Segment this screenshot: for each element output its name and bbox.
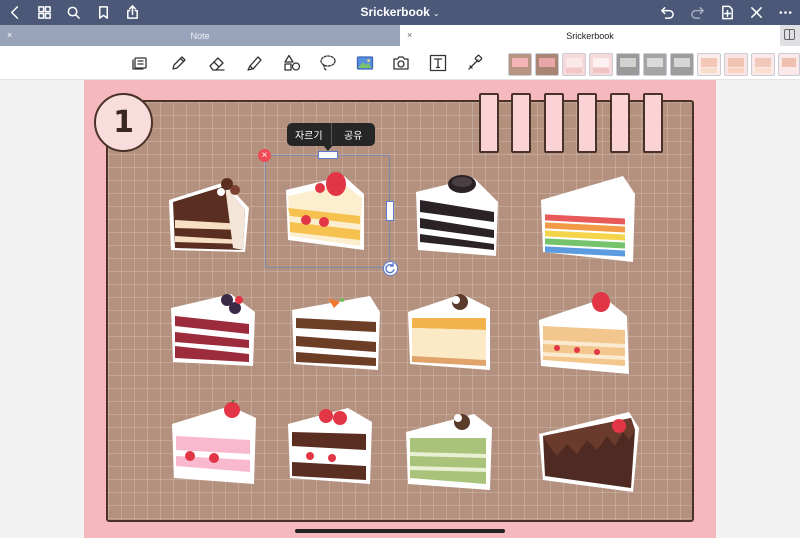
pen-icon[interactable] [170,54,188,72]
page-thumbnail[interactable] [697,53,721,76]
page-layout-icon[interactable] [131,54,149,72]
document-title-text[interactable]: Srickerbook [360,5,429,19]
back-chevron-icon[interactable] [6,3,24,21]
search-icon[interactable] [64,3,82,21]
add-page-icon[interactable] [718,3,736,21]
rotate-resize-icon[interactable] [383,261,398,276]
tab-srickerbook[interactable]: × Srickerbook [400,25,780,46]
red-velvet-cake-sticker[interactable] [169,290,257,370]
pink-strawberry-cake-sticker[interactable] [170,400,258,486]
carrot-cake-sticker[interactable] [290,292,382,372]
home-indicator[interactable] [295,529,505,533]
laser-pointer-icon[interactable] [466,54,484,72]
chocolate-ganache-cake-sticker[interactable] [537,410,641,494]
index-tab [511,93,531,153]
crop-menu-item[interactable]: 자르기 [287,127,331,142]
close-icon[interactable] [747,3,765,21]
strawberry-shortcake-sticker[interactable] [284,170,368,258]
page-thumbnail[interactable] [616,53,640,76]
image-icon[interactable] [356,54,374,72]
page-thumbnail[interactable] [508,53,532,76]
tab-label[interactable]: Note [190,31,209,41]
matcha-crepe-cake-sticker[interactable] [404,408,494,492]
page-thumbnail[interactable] [589,53,613,76]
tab-close-icon[interactable]: × [407,30,412,40]
split-view-icon[interactable] [784,29,795,40]
page-thumbnail[interactable] [643,53,667,76]
index-tab [643,93,663,153]
page-thumbnail[interactable] [562,53,586,76]
delete-selection-icon[interactable]: × [258,149,271,162]
chocolate-cake-sticker[interactable] [165,172,255,260]
tab-close-icon[interactable]: × [7,30,12,40]
highlighter-icon[interactable] [246,54,264,72]
camera-icon[interactable] [392,54,410,72]
document-title[interactable]: Srickerbook ⌄ [0,5,800,19]
index-tab [577,93,597,153]
lasso-icon[interactable] [319,54,337,72]
page-thumbnail[interactable] [778,53,800,76]
redo-icon[interactable] [688,3,706,21]
share-icon[interactable] [123,3,141,21]
index-tab [610,93,630,153]
index-tab [544,93,564,153]
top-nav-bar: Srickerbook ⌄ [0,0,800,25]
tab-label[interactable]: Srickerbook [566,31,614,41]
oreo-cake-sticker[interactable] [414,170,498,258]
grid-icon[interactable] [35,3,53,21]
top-resize-handle[interactable] [318,151,338,159]
strawberry-chocolate-cake-sticker[interactable] [286,404,374,486]
bookmark-icon[interactable] [94,3,112,21]
tab-note[interactable]: × Note [0,25,400,46]
shapes-icon[interactable] [283,54,301,72]
title-dropdown-icon[interactable]: ⌄ [433,9,440,18]
share-menu-item[interactable]: 공유 [332,127,376,142]
page-thumbnail[interactable] [535,53,559,76]
page-thumbnail[interactable] [724,53,748,76]
crepe-cake-sticker[interactable] [537,290,631,376]
index-tab [479,93,499,153]
eraser-icon[interactable] [208,54,226,72]
page-number-badge: 1 [94,93,153,152]
tab-bar: × Note × Srickerbook [0,25,800,46]
more-icon[interactable] [776,3,794,21]
page-thumbnail[interactable] [670,53,694,76]
cheesecake-sticker[interactable] [406,290,492,372]
text-icon[interactable] [429,54,447,72]
page-number: 1 [113,105,134,140]
right-resize-handle[interactable] [386,201,394,221]
rainbow-cake-sticker[interactable] [539,174,637,264]
page-thumbnail[interactable] [751,53,775,76]
selection-context-menu: 자르기 공유 [287,123,376,151]
undo-icon[interactable] [658,3,676,21]
